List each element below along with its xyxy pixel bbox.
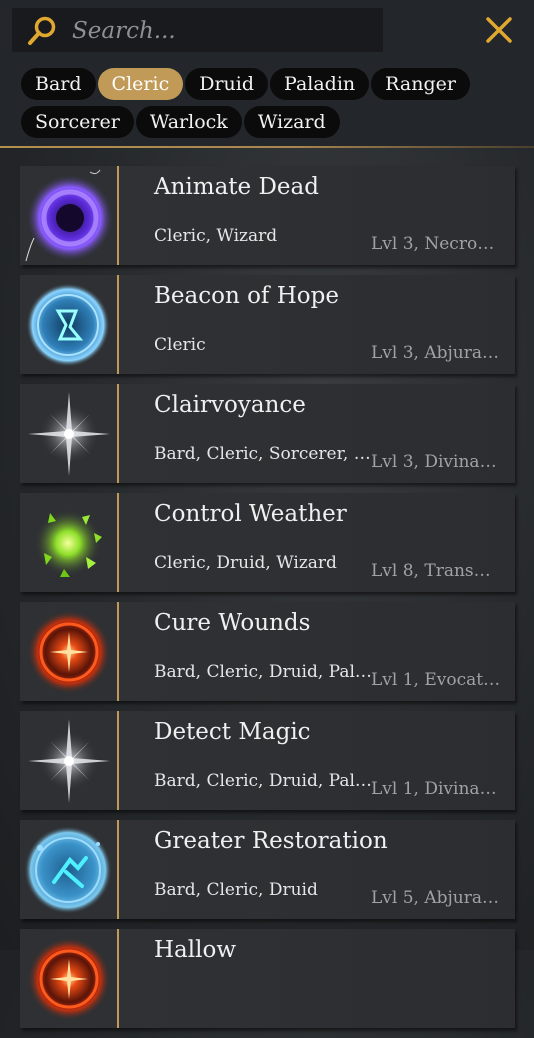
spell-name: Cure Wounds bbox=[154, 610, 311, 636]
spell-name: Detect Magic bbox=[154, 719, 311, 745]
filter-chip-paladin[interactable]: Paladin bbox=[270, 68, 370, 100]
red-orb-icon bbox=[20, 929, 117, 1028]
spell-list[interactable]: Animate Dead Cleric, Wizard Lvl 3, Necrom.… bbox=[20, 166, 515, 1038]
spell-row[interactable]: Hallow bbox=[20, 929, 515, 1028]
spell-classes: Bard, Cleric, Druid bbox=[154, 880, 318, 900]
filter-chip-warlock[interactable]: Warlock bbox=[135, 106, 242, 138]
spell-classes: Bard, Cleric, Druid, Pala... bbox=[154, 771, 372, 791]
thumbnail-divider bbox=[117, 275, 119, 374]
spell-row[interactable]: Control Weather Cleric, Druid, Wizard Lvl … bbox=[20, 493, 515, 592]
white-star-flare-icon bbox=[20, 384, 117, 483]
filter-chip-druid[interactable]: Druid bbox=[185, 68, 269, 100]
blue-hand-orb-icon bbox=[20, 820, 117, 919]
search-icon[interactable] bbox=[26, 15, 58, 47]
spell-row[interactable]: Beacon of Hope Cleric Lvl 3, Abjurati... bbox=[20, 275, 515, 374]
filter-chip-sorcerer[interactable]: Sorcerer bbox=[21, 106, 134, 138]
spell-classes: Cleric, Wizard bbox=[154, 226, 278, 246]
red-orb-icon bbox=[20, 602, 117, 701]
thumbnail-divider bbox=[117, 384, 119, 483]
filter-chip-bard[interactable]: Bard bbox=[21, 68, 96, 100]
spell-row[interactable]: Detect Magic Bard, Cleric, Druid, Pala...… bbox=[20, 711, 515, 810]
spell-level-school: Lvl 5, Abjurati... bbox=[371, 888, 503, 908]
spell-level-school: Lvl 3, Divinati... bbox=[371, 452, 503, 472]
thumbnail-divider bbox=[117, 711, 119, 810]
spell-level-school: Lvl 3, Abjurati... bbox=[371, 343, 503, 363]
spell-classes: Bard, Cleric, Sorcerer, W... bbox=[154, 444, 372, 464]
search-box[interactable] bbox=[12, 8, 383, 54]
spell-classes: Bard, Cleric, Druid, Pala... bbox=[154, 662, 372, 682]
top-bar: BardClericDruidPaladinRanger SorcererWarl… bbox=[0, 0, 534, 148]
spell-name: Beacon of Hope bbox=[154, 283, 339, 309]
spell-name: Control Weather bbox=[154, 501, 347, 527]
class-filter-chips: Bard Cleric Druid Paladin Ranger Sorcerer Warl… bbox=[21, 68, 521, 144]
close-icon[interactable] bbox=[484, 15, 514, 45]
spell-level-school: Lvl 1, Evocation bbox=[371, 670, 503, 690]
thumbnail-divider bbox=[117, 820, 119, 919]
spell-row[interactable]: Clairvoyance Bard, Cleric, Sorcerer, W...… bbox=[20, 384, 515, 483]
spell-level-school: Lvl 1, Divinati... bbox=[371, 779, 503, 799]
spell-name: Hallow bbox=[154, 937, 237, 963]
spell-row[interactable]: Cure Wounds Bard, Cleric, Druid, Pala... L… bbox=[20, 602, 515, 701]
spell-classes: Cleric bbox=[154, 335, 206, 355]
thumbnail-divider bbox=[117, 493, 119, 592]
header-divider bbox=[0, 146, 534, 148]
spell-name: Greater Restoration bbox=[154, 828, 388, 854]
thumbnail-divider bbox=[117, 929, 119, 1028]
spell-name: Animate Dead bbox=[154, 174, 319, 200]
filter-chip-ranger[interactable]: Ranger bbox=[371, 68, 470, 100]
filter-chip-cleric[interactable]: Cleric bbox=[97, 68, 184, 100]
blue-rune-orb-icon bbox=[20, 275, 117, 374]
thumbnail-divider bbox=[117, 166, 119, 265]
purple-vortex-icon bbox=[20, 166, 117, 265]
search-input[interactable] bbox=[70, 8, 374, 54]
thumbnail-divider bbox=[117, 602, 119, 701]
filter-chip-wizard[interactable]: Wizard bbox=[243, 106, 340, 138]
spell-level-school: Lvl 8, Transm... bbox=[371, 561, 503, 581]
spell-classes: Cleric, Druid, Wizard bbox=[154, 553, 337, 573]
spell-row[interactable]: Animate Dead Cleric, Wizard Lvl 3, Necrom.… bbox=[20, 166, 515, 265]
green-burst-icon bbox=[20, 493, 117, 592]
white-star-flare-icon bbox=[20, 711, 117, 810]
spell-name: Clairvoyance bbox=[154, 392, 306, 418]
spell-level-school: Lvl 3, Necrom... bbox=[371, 234, 503, 254]
spell-row[interactable]: Greater Restoration Bard, Cleric, Druid Lv… bbox=[20, 820, 515, 919]
